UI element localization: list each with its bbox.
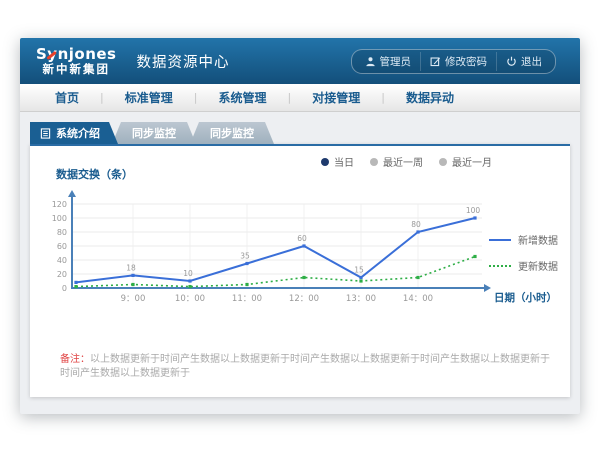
footnote-label: 备注： <box>60 354 90 365</box>
logo-subtitle: 新中新集团 <box>36 63 117 76</box>
power-icon <box>506 56 517 67</box>
svg-text:40: 40 <box>57 256 67 265</box>
legend-item-new-data: 新增数据 <box>489 232 558 247</box>
nav-item-standard-management[interactable]: 标准管理 <box>104 89 194 106</box>
svg-text:60: 60 <box>57 242 67 251</box>
line-chart: 0 20 40 60 80 100 120 9：00 10：00 11：00 12：00 13：00 1… <box>42 188 554 310</box>
logout-label: 退出 <box>521 54 542 69</box>
svg-text:日期（小时）: 日期（小时） <box>494 291 554 304</box>
svg-text:18: 18 <box>126 263 136 272</box>
series-legend: 新增数据 更新数据 <box>489 232 558 284</box>
svg-text:13：00: 13：00 <box>346 294 376 304</box>
user-icon <box>365 56 376 67</box>
svg-text:15: 15 <box>354 266 364 275</box>
main-navbar: 首页 | 标准管理 | 系统管理 | 对接管理 | 数据异动 <box>20 84 580 112</box>
nav-item-system-management[interactable]: 系统管理 <box>197 89 287 106</box>
edit-icon <box>430 56 441 67</box>
footnote: 备注：以上数据更新于时间产生数据以上数据更新于时间产生数据以上数据更新于时间产生… <box>60 353 550 381</box>
logo: Synjones 新中新集团 <box>36 46 117 76</box>
range-option-today[interactable]: 当日 <box>321 154 354 169</box>
svg-text:10：00: 10：00 <box>175 294 205 304</box>
footnote-text: 以上数据更新于时间产生数据以上数据更新于时间产生数据以上数据更新于时间产生数据以… <box>60 354 550 379</box>
header: Synjones 新中新集团 数据资源中心 管理员 修改密码 <box>20 38 580 84</box>
tab-sync-monitor-2[interactable]: 同步监控 <box>190 122 274 144</box>
document-icon <box>40 128 51 139</box>
svg-text:60: 60 <box>297 234 307 243</box>
dotted-line-icon <box>489 265 511 267</box>
svg-text:9：00: 9：00 <box>121 294 146 304</box>
tab-system-intro-label: 系统介绍 <box>56 125 100 141</box>
legend-new-data-label: 新增数据 <box>518 232 558 247</box>
admin-user-button[interactable]: 管理员 <box>356 52 421 71</box>
change-password-label: 修改密码 <box>445 54 487 69</box>
chart-panel: 当日 最近一周 最近一月 数据交换（条） 0 20 40 60 80 100 120 9：00… <box>30 144 570 397</box>
svg-text:11：00: 11：00 <box>232 294 262 304</box>
nav-item-data-change[interactable]: 数据异动 <box>385 89 475 106</box>
svg-text:120: 120 <box>52 200 67 209</box>
svg-text:80: 80 <box>411 220 421 229</box>
content-area: 系统介绍 同步监控 同步监控 当日 最近一周 <box>20 112 580 397</box>
svg-text:12：00: 12：00 <box>289 294 319 304</box>
range-option-today-label: 当日 <box>334 154 354 169</box>
logout-button[interactable]: 退出 <box>496 52 551 71</box>
app-window: Synjones 新中新集团 数据资源中心 管理员 修改密码 <box>20 38 580 414</box>
range-selector: 当日 最近一周 最近一月 <box>321 154 492 169</box>
range-option-last-week[interactable]: 最近一周 <box>370 154 423 169</box>
svg-text:80: 80 <box>57 228 67 237</box>
svg-text:14：00: 14：00 <box>403 294 433 304</box>
radio-dot-icon <box>439 158 447 166</box>
svg-text:100: 100 <box>52 214 67 223</box>
tab-bar: 系统介绍 同步监控 同步监控 <box>30 122 570 144</box>
radio-dot-icon <box>321 158 329 166</box>
tab-sync-monitor-1-label: 同步监控 <box>132 125 176 141</box>
range-option-last-week-label: 最近一周 <box>383 154 423 169</box>
radio-dot-icon <box>370 158 378 166</box>
nav-item-home[interactable]: 首页 <box>34 89 100 106</box>
range-option-last-month-label: 最近一月 <box>452 154 492 169</box>
svg-text:35: 35 <box>240 252 250 261</box>
change-password-button[interactable]: 修改密码 <box>420 52 496 71</box>
range-option-last-month[interactable]: 最近一月 <box>439 154 492 169</box>
logo-text: Synjones <box>36 46 117 63</box>
solid-line-icon <box>489 239 511 241</box>
admin-user-label: 管理员 <box>380 54 412 69</box>
legend-update-data-label: 更新数据 <box>518 258 558 273</box>
nav-item-interface-management[interactable]: 对接管理 <box>291 89 381 106</box>
svg-text:100: 100 <box>466 206 481 215</box>
legend-item-update-data: 更新数据 <box>489 258 558 273</box>
svg-text:10: 10 <box>183 269 193 278</box>
tab-sync-monitor-2-label: 同步监控 <box>210 125 254 141</box>
page-title: 数据资源中心 <box>137 51 230 72</box>
svg-text:20: 20 <box>57 270 67 279</box>
tab-sync-monitor-1[interactable]: 同步监控 <box>112 122 196 144</box>
y-axis-title: 数据交换（条） <box>56 166 133 182</box>
tab-system-intro[interactable]: 系统介绍 <box>30 122 118 144</box>
svg-text:0: 0 <box>62 284 67 293</box>
user-actions: 管理员 修改密码 退出 <box>351 49 557 74</box>
